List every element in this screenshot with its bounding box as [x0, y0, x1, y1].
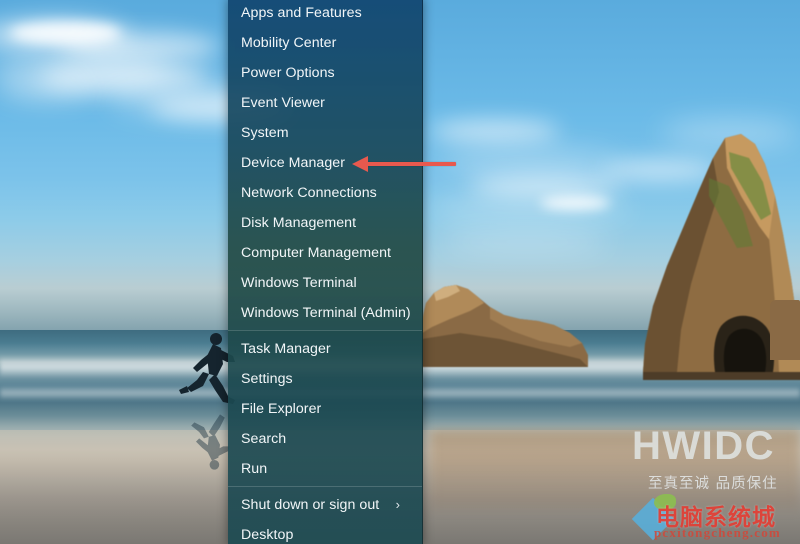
chevron-right-icon: ›: [395, 497, 400, 512]
menu-item-label: Disk Management: [241, 215, 357, 231]
menu-item-label: Event Viewer: [241, 95, 325, 111]
menu-item-task-manager[interactable]: Task Manager: [228, 334, 422, 364]
red-pointer-arrow-line: [364, 162, 456, 166]
menu-item-file-explorer[interactable]: File Explorer: [228, 394, 422, 424]
menu-item-label: System: [241, 125, 289, 141]
menu-separator: [228, 486, 422, 487]
menu-item-power-options[interactable]: Power Options: [228, 58, 422, 88]
menu-item-label: Computer Management: [241, 245, 391, 261]
cloud-shape: [440, 150, 620, 176]
menu-item-network-connections[interactable]: Network Connections: [228, 178, 422, 208]
site-logo-watermark: 电脑系统城 pcxitongcheng.com: [631, 494, 798, 542]
cloud-shape: [470, 176, 620, 196]
menu-item-mobility-center[interactable]: Mobility Center: [228, 28, 422, 58]
distant-rock: [770, 300, 800, 360]
menu-item-label: Apps and Features: [241, 5, 362, 21]
menu-item-windows-terminal-admin[interactable]: Windows Terminal (Admin): [228, 298, 422, 328]
rock-formation-left: [422, 285, 588, 367]
menu-item-desktop[interactable]: Desktop: [228, 520, 422, 544]
menu-item-label: Search: [241, 431, 287, 447]
menu-separator: [228, 330, 422, 331]
menu-item-run[interactable]: Run: [228, 454, 422, 484]
menu-item-apps-and-features[interactable]: Apps and Features: [228, 0, 422, 28]
cloud-shape: [430, 120, 560, 142]
menu-item-label: Windows Terminal: [241, 275, 357, 291]
cloud-shape: [540, 196, 610, 210]
menu-item-label: Desktop: [241, 527, 294, 543]
menu-item-settings[interactable]: Settings: [228, 364, 422, 394]
desktop-screenshot: Apps and Features Mobility Center Power Op…: [0, 0, 800, 544]
menu-item-search[interactable]: Search: [228, 424, 422, 454]
menu-item-label: Device Manager: [241, 155, 346, 171]
menu-item-label: Task Manager: [241, 341, 331, 357]
menu-item-shut-down-or-sign-out[interactable]: Shut down or sign out ›: [228, 490, 422, 520]
menu-item-computer-management[interactable]: Computer Management: [228, 238, 422, 268]
site-url-text: pcxitongcheng.com: [654, 525, 781, 540]
menu-item-system[interactable]: System: [228, 118, 422, 148]
menu-item-event-viewer[interactable]: Event Viewer: [228, 88, 422, 118]
hwidc-watermark-text: HWIDC: [632, 424, 776, 468]
cloud-shape: [0, 74, 90, 100]
menu-item-disk-management[interactable]: Disk Management: [228, 208, 422, 238]
menu-item-label: Windows Terminal (Admin): [241, 305, 411, 321]
win-x-power-user-menu[interactable]: Apps and Features Mobility Center Power Op…: [228, 0, 423, 544]
menu-item-label: Power Options: [241, 65, 335, 81]
menu-item-label: Run: [241, 461, 268, 477]
menu-item-label: Settings: [241, 371, 293, 387]
menu-item-windows-terminal[interactable]: Windows Terminal: [228, 268, 422, 298]
menu-item-label: Mobility Center: [241, 35, 337, 51]
hwidc-watermark-slogan: 至真至诚 品质保住: [648, 476, 778, 492]
menu-item-label: File Explorer: [241, 401, 322, 417]
menu-item-label: Shut down or sign out: [241, 497, 380, 513]
menu-item-label: Network Connections: [241, 185, 377, 201]
red-pointer-arrow-head: [352, 156, 368, 172]
